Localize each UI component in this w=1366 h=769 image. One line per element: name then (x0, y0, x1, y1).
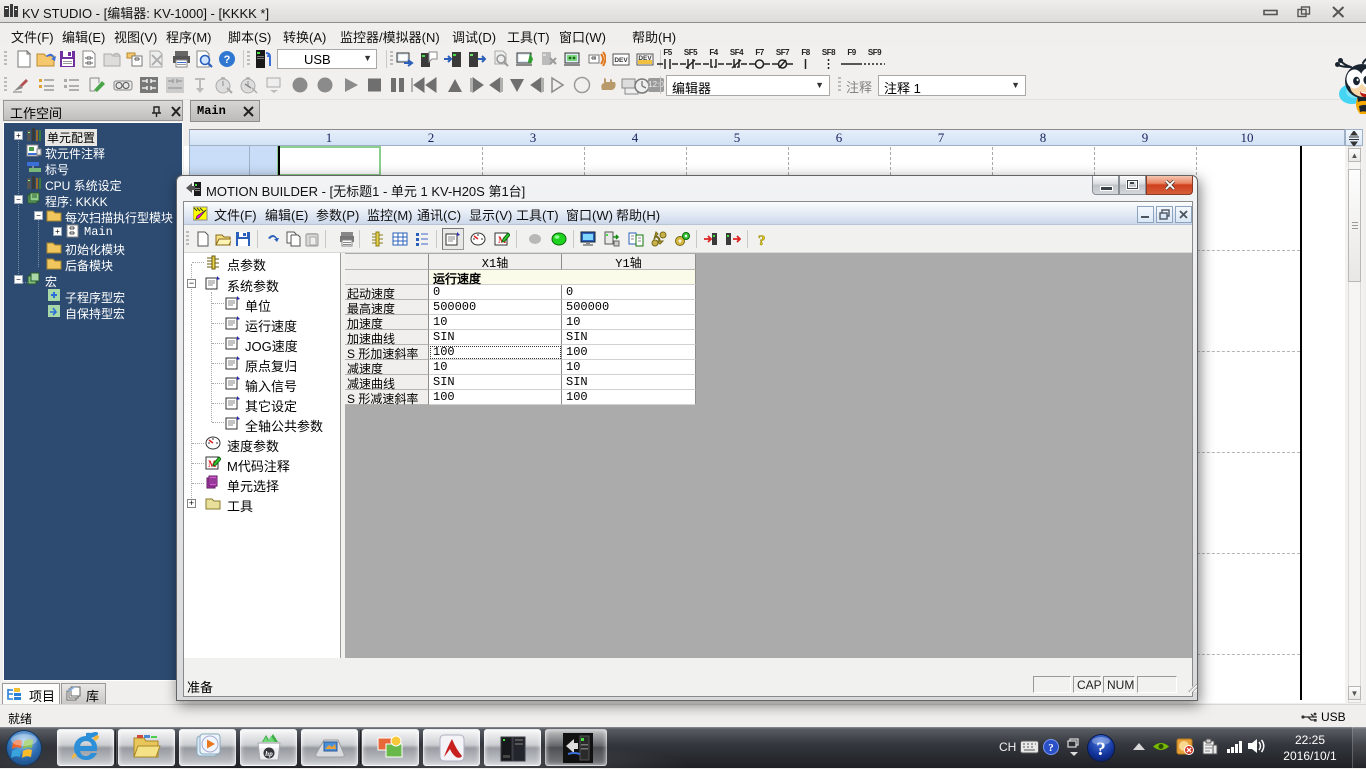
svg-text:hp: hp (265, 750, 273, 758)
svg-text:?: ? (758, 233, 766, 247)
svg-text:DEV: DEV (614, 57, 628, 64)
svg-text:?: ? (224, 54, 231, 66)
svg-text:DEV: DEV (638, 55, 652, 62)
svg-text:?: ? (1048, 742, 1054, 754)
